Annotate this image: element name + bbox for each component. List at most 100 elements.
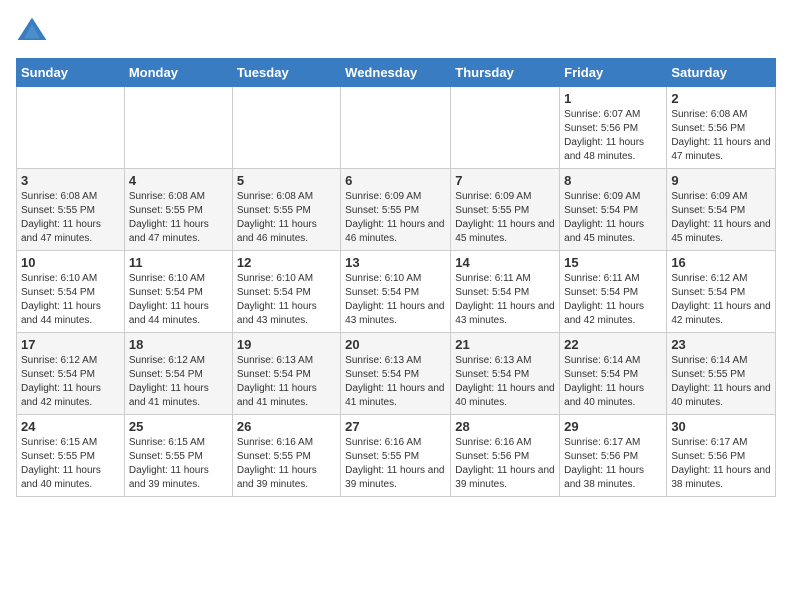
- day-number: 14: [455, 255, 555, 270]
- week-row-0: 1 Sunrise: 6:07 AM Sunset: 5:56 PM Daylig…: [17, 87, 776, 169]
- day-cell-1-1: 4 Sunrise: 6:08 AM Sunset: 5:55 PM Daylig…: [124, 169, 232, 251]
- day-info: Sunrise: 6:12 AM Sunset: 5:54 PM Dayligh…: [671, 272, 771, 328]
- week-row-3: 17Sunrise: 6:12 AM Sunset: 5:54 PM Dayli…: [17, 333, 776, 415]
- day-info: Sunrise: 6:16 AM Sunset: 5:55 PM Dayligh…: [345, 436, 446, 492]
- day-info: Sunrise: 6:09 AM Sunset: 5:54 PM Dayligh…: [671, 190, 771, 246]
- day-cell-3-2: 19 Sunrise: 6:13 AM Sunset: 5:54 PM Dayli…: [232, 333, 340, 415]
- day-cell-4-5: 29 Sunrise: 6:17 AM Sunset: 5:56 PM Dayli…: [560, 415, 667, 497]
- day-info: Sunrise: 6:15 AM Sunset: 5:55 PM Dayligh…: [129, 436, 228, 492]
- day-number: 27: [345, 419, 446, 434]
- day-cell-2-3: 13 Sunrise: 6:10 AM Sunset: 5:54 PM Dayli…: [341, 251, 451, 333]
- day-cell-0-3: [341, 87, 451, 169]
- day-number: 7: [455, 173, 555, 188]
- day-info: Sunrise: 6:10 AM Sunset: 5:54 PM Dayligh…: [21, 272, 120, 328]
- day-number: 15: [564, 255, 662, 270]
- day-info: Sunrise: 6:09 AM Sunset: 5:54 PM Dayligh…: [564, 190, 662, 246]
- day-number: 11: [129, 255, 228, 270]
- day-number: 9: [671, 173, 771, 188]
- day-info: Sunrise: 6:16 AM Sunset: 5:56 PM Dayligh…: [455, 436, 555, 492]
- day-number: 6: [345, 173, 446, 188]
- logo: [16, 16, 52, 48]
- day-info: Sunrise: 6:12 AM Sunset: 5:54 PM Dayligh…: [21, 354, 120, 410]
- day-info: Sunrise: 6:08 AM Sunset: 5:55 PM Dayligh…: [237, 190, 336, 246]
- calendar-header-row: SundayMondayTuesdayWednesdayThursdayFrid…: [17, 59, 776, 87]
- header-monday: Monday: [124, 59, 232, 87]
- week-row-2: 10 Sunrise: 6:10 AM Sunset: 5:54 PM Dayli…: [17, 251, 776, 333]
- day-cell-0-0: [17, 87, 125, 169]
- week-row-1: 3 Sunrise: 6:08 AM Sunset: 5:55 PM Daylig…: [17, 169, 776, 251]
- day-cell-1-0: 3 Sunrise: 6:08 AM Sunset: 5:55 PM Daylig…: [17, 169, 125, 251]
- day-cell-1-2: 5 Sunrise: 6:08 AM Sunset: 5:55 PM Daylig…: [232, 169, 340, 251]
- day-info: Sunrise: 6:10 AM Sunset: 5:54 PM Dayligh…: [237, 272, 336, 328]
- day-cell-0-5: 1 Sunrise: 6:07 AM Sunset: 5:56 PM Daylig…: [560, 87, 667, 169]
- day-info: Sunrise: 6:16 AM Sunset: 5:55 PM Dayligh…: [237, 436, 336, 492]
- day-cell-0-1: [124, 87, 232, 169]
- day-number: 10: [21, 255, 120, 270]
- day-cell-3-3: 20Sunrise: 6:13 AM Sunset: 5:54 PM Dayli…: [341, 333, 451, 415]
- day-cell-2-2: 12 Sunrise: 6:10 AM Sunset: 5:54 PM Dayli…: [232, 251, 340, 333]
- day-number: 8: [564, 173, 662, 188]
- day-cell-4-2: 26Sunrise: 6:16 AM Sunset: 5:55 PM Dayli…: [232, 415, 340, 497]
- day-number: 19: [237, 337, 336, 352]
- day-info: Sunrise: 6:08 AM Sunset: 5:55 PM Dayligh…: [129, 190, 228, 246]
- day-number: 3: [21, 173, 120, 188]
- day-info: Sunrise: 6:17 AM Sunset: 5:56 PM Dayligh…: [564, 436, 662, 492]
- day-number: 21: [455, 337, 555, 352]
- day-cell-4-6: 30 Sunrise: 6:17 AM Sunset: 5:56 PM Dayli…: [667, 415, 776, 497]
- day-cell-1-6: 9 Sunrise: 6:09 AM Sunset: 5:54 PM Daylig…: [667, 169, 776, 251]
- day-info: Sunrise: 6:11 AM Sunset: 5:54 PM Dayligh…: [455, 272, 555, 328]
- day-number: 5: [237, 173, 336, 188]
- day-cell-2-6: 16 Sunrise: 6:12 AM Sunset: 5:54 PM Dayli…: [667, 251, 776, 333]
- day-number: 18: [129, 337, 228, 352]
- day-number: 28: [455, 419, 555, 434]
- day-info: Sunrise: 6:13 AM Sunset: 5:54 PM Dayligh…: [345, 354, 446, 410]
- day-info: Sunrise: 6:14 AM Sunset: 5:54 PM Dayligh…: [564, 354, 662, 410]
- day-cell-2-0: 10 Sunrise: 6:10 AM Sunset: 5:54 PM Dayli…: [17, 251, 125, 333]
- day-cell-1-3: 6 Sunrise: 6:09 AM Sunset: 5:55 PM Daylig…: [341, 169, 451, 251]
- day-cell-4-1: 25 Sunrise: 6:15 AM Sunset: 5:55 PM Dayli…: [124, 415, 232, 497]
- day-cell-2-1: 11 Sunrise: 6:10 AM Sunset: 5:54 PM Dayli…: [124, 251, 232, 333]
- day-info: Sunrise: 6:10 AM Sunset: 5:54 PM Dayligh…: [129, 272, 228, 328]
- day-number: 4: [129, 173, 228, 188]
- day-cell-0-2: [232, 87, 340, 169]
- day-cell-0-6: 2Sunrise: 6:08 AM Sunset: 5:56 PM Daylig…: [667, 87, 776, 169]
- day-number: 23: [671, 337, 771, 352]
- day-number: 1: [564, 91, 662, 106]
- day-info: Sunrise: 6:09 AM Sunset: 5:55 PM Dayligh…: [345, 190, 446, 246]
- day-info: Sunrise: 6:13 AM Sunset: 5:54 PM Dayligh…: [455, 354, 555, 410]
- day-number: 25: [129, 419, 228, 434]
- day-cell-2-4: 14 Sunrise: 6:11 AM Sunset: 5:54 PM Dayli…: [451, 251, 560, 333]
- day-cell-3-5: 22Sunrise: 6:14 AM Sunset: 5:54 PM Dayli…: [560, 333, 667, 415]
- calendar-table: SundayMondayTuesdayWednesdayThursdayFrid…: [16, 58, 776, 497]
- day-cell-3-1: 18 Sunrise: 6:12 AM Sunset: 5:54 PM Dayli…: [124, 333, 232, 415]
- day-cell-0-4: [451, 87, 560, 169]
- day-number: 2: [671, 91, 771, 106]
- day-number: 30: [671, 419, 771, 434]
- day-info: Sunrise: 6:12 AM Sunset: 5:54 PM Dayligh…: [129, 354, 228, 410]
- week-row-4: 24 Sunrise: 6:15 AM Sunset: 5:55 PM Dayli…: [17, 415, 776, 497]
- day-cell-4-0: 24Sunrise: 6:15 AM Sunset: 5:55 PM Dayli…: [17, 415, 125, 497]
- day-cell-1-5: 8 Sunrise: 6:09 AM Sunset: 5:54 PM Daylig…: [560, 169, 667, 251]
- day-number: 16: [671, 255, 771, 270]
- day-number: 13: [345, 255, 446, 270]
- day-number: 12: [237, 255, 336, 270]
- day-cell-4-4: 28 Sunrise: 6:16 AM Sunset: 5:56 PM Dayli…: [451, 415, 560, 497]
- day-cell-1-4: 7 Sunrise: 6:09 AM Sunset: 5:55 PM Daylig…: [451, 169, 560, 251]
- day-info: Sunrise: 6:07 AM Sunset: 5:56 PM Dayligh…: [564, 108, 662, 164]
- day-cell-3-4: 21 Sunrise: 6:13 AM Sunset: 5:54 PM Dayli…: [451, 333, 560, 415]
- day-info: Sunrise: 6:09 AM Sunset: 5:55 PM Dayligh…: [455, 190, 555, 246]
- day-info: Sunrise: 6:08 AM Sunset: 5:55 PM Dayligh…: [21, 190, 120, 246]
- day-info: Sunrise: 6:13 AM Sunset: 5:54 PM Dayligh…: [237, 354, 336, 410]
- page-header: [16, 16, 776, 48]
- logo-icon: [16, 16, 48, 48]
- day-number: 24: [21, 419, 120, 434]
- day-cell-3-6: 23 Sunrise: 6:14 AM Sunset: 5:55 PM Dayli…: [667, 333, 776, 415]
- header-thursday: Thursday: [451, 59, 560, 87]
- day-cell-3-0: 17Sunrise: 6:12 AM Sunset: 5:54 PM Dayli…: [17, 333, 125, 415]
- day-number: 29: [564, 419, 662, 434]
- day-info: Sunrise: 6:10 AM Sunset: 5:54 PM Dayligh…: [345, 272, 446, 328]
- day-info: Sunrise: 6:17 AM Sunset: 5:56 PM Dayligh…: [671, 436, 771, 492]
- header-sunday: Sunday: [17, 59, 125, 87]
- header-friday: Friday: [560, 59, 667, 87]
- day-info: Sunrise: 6:14 AM Sunset: 5:55 PM Dayligh…: [671, 354, 771, 410]
